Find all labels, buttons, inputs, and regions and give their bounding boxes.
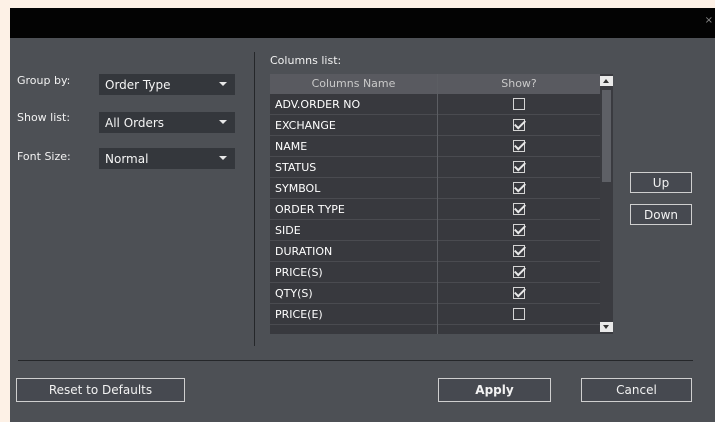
scroll-down-icon[interactable] bbox=[600, 322, 613, 332]
column-name-cell: PRICE(S) bbox=[275, 266, 323, 279]
columns-grid: Columns Name Show? ADV.ORDER NO EXCHANGE N… bbox=[270, 74, 613, 334]
table-row[interactable]: PRICE(S) bbox=[270, 262, 600, 283]
table-row[interactable]: SIDE bbox=[270, 220, 600, 241]
show-checkbox[interactable] bbox=[513, 182, 525, 194]
show-checkbox[interactable] bbox=[513, 308, 525, 320]
show-checkbox[interactable] bbox=[513, 203, 525, 215]
column-settings-dialog: × Group by: Order Type Show list: All Or… bbox=[10, 8, 715, 422]
close-icon[interactable]: × bbox=[705, 16, 713, 26]
column-name-cell: DURATION bbox=[275, 245, 333, 258]
font-size-select[interactable]: Normal bbox=[99, 148, 235, 169]
show-checkbox[interactable] bbox=[513, 161, 525, 173]
reset-to-defaults-button[interactable]: Reset to Defaults bbox=[16, 378, 185, 402]
show-checkbox[interactable] bbox=[513, 266, 525, 278]
move-up-button[interactable]: Up bbox=[630, 172, 692, 193]
group-by-value: Order Type bbox=[105, 78, 171, 92]
column-name-cell: PRICE(E) bbox=[275, 308, 323, 321]
column-name-cell: ADV.ORDER NO bbox=[275, 98, 361, 111]
table-row[interactable]: PRICE(E) bbox=[270, 304, 600, 325]
grid-column-divider bbox=[437, 74, 438, 334]
column-header-name: Columns Name bbox=[311, 77, 396, 90]
column-name-cell: EXCHANGE bbox=[275, 119, 336, 132]
columns-list-label: Columns list: bbox=[270, 54, 342, 67]
title-bar: × bbox=[10, 8, 715, 38]
font-size-label: Font Size: bbox=[17, 150, 71, 163]
column-name-cell: SIDE bbox=[275, 224, 301, 237]
column-name-cell: ORDER TYPE bbox=[275, 203, 345, 216]
scroll-up-icon[interactable] bbox=[600, 76, 613, 86]
column-name-cell: NAME bbox=[275, 140, 308, 153]
table-row[interactable]: STATUS bbox=[270, 157, 600, 178]
table-row[interactable]: EXCHANGE bbox=[270, 115, 600, 136]
cancel-button[interactable]: Cancel bbox=[581, 378, 692, 402]
show-checkbox[interactable] bbox=[513, 224, 525, 236]
show-list-label: Show list: bbox=[17, 111, 71, 124]
show-list-value: All Orders bbox=[105, 116, 165, 130]
show-checkbox[interactable] bbox=[513, 287, 525, 299]
group-by-label: Group by: bbox=[17, 74, 71, 87]
show-checkbox[interactable] bbox=[513, 140, 525, 152]
show-checkbox[interactable] bbox=[513, 245, 525, 257]
horizontal-divider bbox=[18, 360, 693, 361]
show-checkbox[interactable] bbox=[513, 98, 525, 110]
column-name-cell: QTY(S) bbox=[275, 287, 313, 300]
vertical-divider bbox=[254, 52, 255, 346]
move-down-button[interactable]: Down bbox=[630, 204, 692, 225]
table-row[interactable]: DURATION bbox=[270, 241, 600, 262]
vertical-scrollbar[interactable] bbox=[600, 74, 613, 334]
table-row[interactable]: SYMBOL bbox=[270, 178, 600, 199]
column-name-cell: SYMBOL bbox=[275, 182, 321, 195]
group-by-select[interactable]: Order Type bbox=[99, 74, 235, 95]
show-checkbox[interactable] bbox=[513, 119, 525, 131]
apply-button[interactable]: Apply bbox=[438, 378, 551, 402]
font-size-value: Normal bbox=[105, 152, 149, 166]
grid-header: Columns Name Show? bbox=[270, 74, 613, 94]
table-row[interactable]: ADV.ORDER NO bbox=[270, 94, 600, 115]
show-list-select[interactable]: All Orders bbox=[99, 112, 235, 133]
scrollbar-thumb[interactable] bbox=[602, 90, 611, 182]
chevron-down-icon bbox=[219, 82, 227, 86]
table-row[interactable]: NAME bbox=[270, 136, 600, 157]
table-row[interactable]: ORDER TYPE bbox=[270, 199, 600, 220]
chevron-down-icon bbox=[219, 156, 227, 160]
table-row[interactable]: QTY(S) bbox=[270, 283, 600, 304]
column-header-show: Show? bbox=[501, 77, 537, 90]
column-name-cell: STATUS bbox=[275, 161, 317, 174]
chevron-down-icon bbox=[219, 120, 227, 124]
